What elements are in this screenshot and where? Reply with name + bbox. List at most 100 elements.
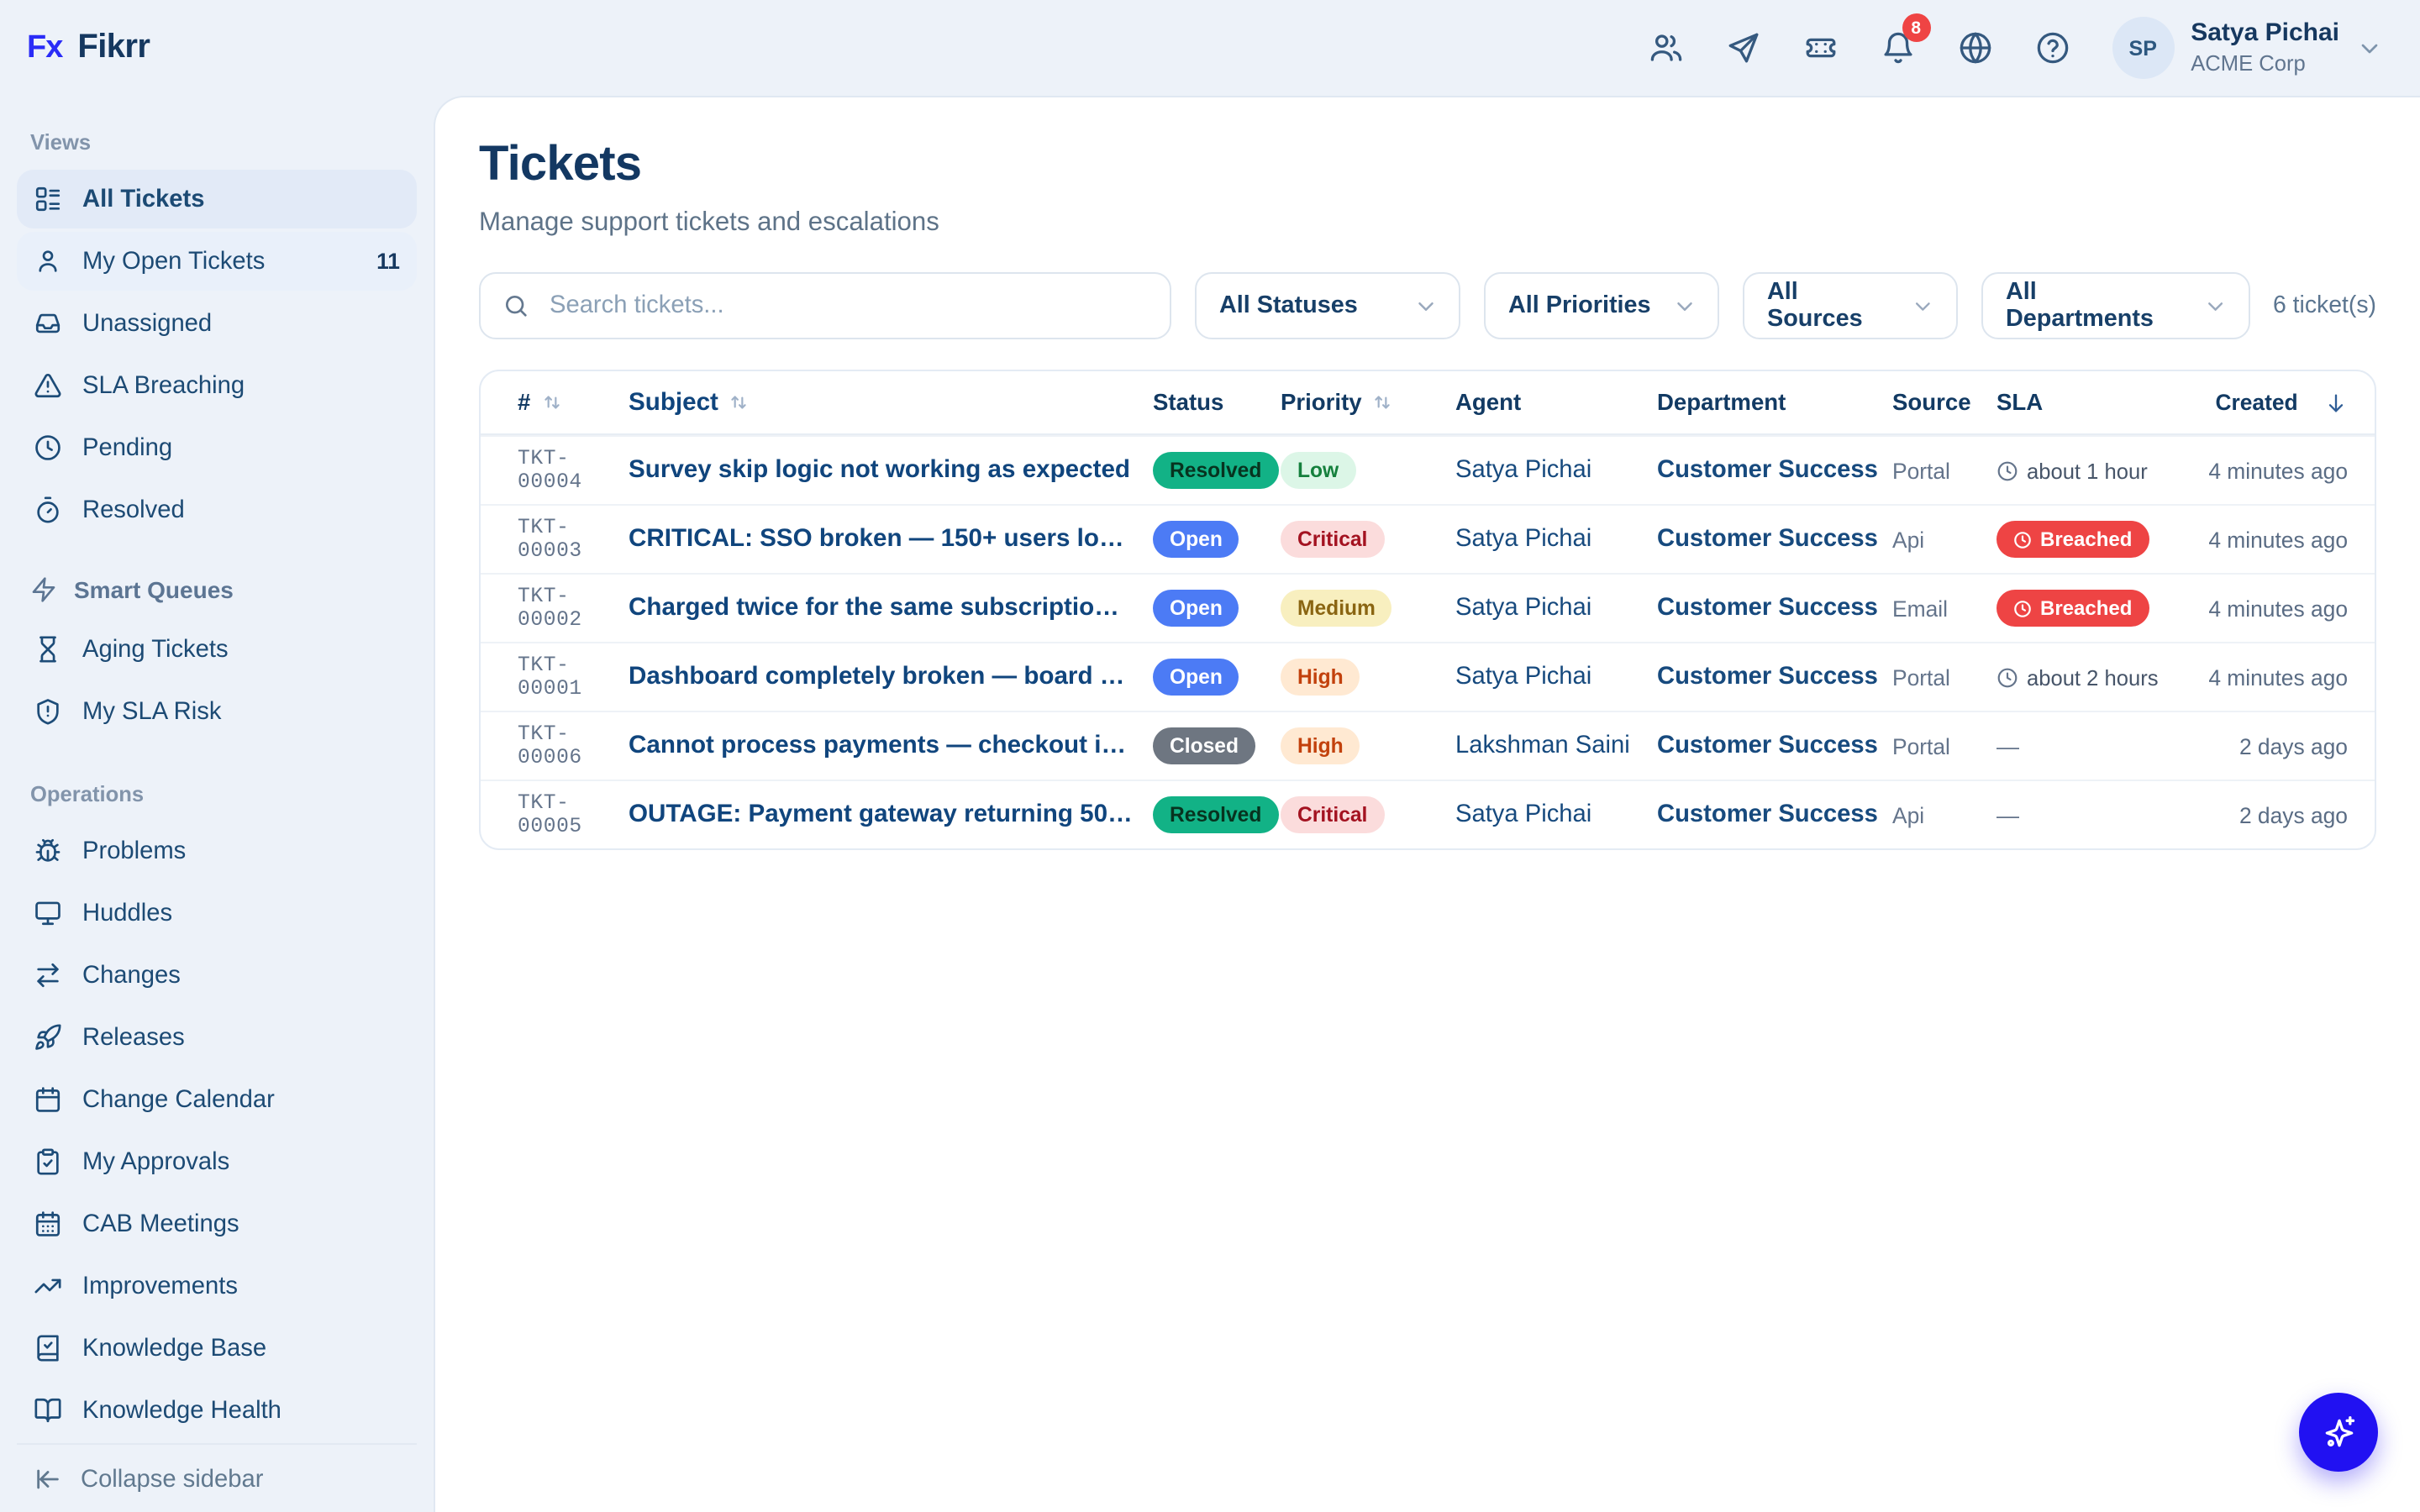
ticket-department: Customer Success <box>1657 526 1892 553</box>
sidebar-item-huddles[interactable]: Huddles <box>17 884 417 942</box>
ticket-created: 2 days ago <box>2202 802 2375 827</box>
column-header-priority[interactable]: Priority <box>1281 390 1455 415</box>
topbar-actions: 8 SP Satya Pichai ACME Corp <box>1648 17 2383 79</box>
sidebar-item-unassigned[interactable]: Unassigned <box>17 294 417 353</box>
topbar: Fx Fikrr 8 SP Satya Pichai ACME Corp <box>0 0 2420 96</box>
ticket-subject[interactable]: Charged twice for the same subscription … <box>629 574 1153 643</box>
priority-filter-select[interactable]: All Priorities <box>1483 272 1718 339</box>
brand[interactable]: Fx Fikrr <box>27 29 150 67</box>
send-icon[interactable] <box>1725 30 1760 66</box>
ticket-subject[interactable]: OUTAGE: Payment gateway returning 503 ..… <box>629 780 1153 849</box>
calendar-icon <box>34 1085 62 1114</box>
status-badge: Open <box>1153 659 1239 696</box>
user-info: Satya Pichai ACME Corp <box>2191 18 2339 76</box>
sidebar-item-knowledge-health[interactable]: Knowledge Health <box>17 1381 417 1440</box>
ticket-subject[interactable]: Survey skip logic not working as expecte… <box>629 436 1153 505</box>
app-root: Fx Fikrr 8 SP Satya Pichai ACME Corp <box>0 0 2420 1512</box>
sla-breached-badge: Breached <box>1996 590 2149 627</box>
sidebar-item-all-tickets[interactable]: All Tickets <box>17 170 417 228</box>
user-menu[interactable]: SP Satya Pichai ACME Corp <box>2112 17 2383 79</box>
trending-up-icon <box>34 1272 62 1300</box>
table-row[interactable]: TKT-00006 Cannot process payments — chec… <box>481 711 2375 780</box>
notifications-bell-icon[interactable]: 8 <box>1880 30 1915 66</box>
timer-icon <box>34 496 62 524</box>
column-header-sla: SLA <box>1996 390 2202 415</box>
sidebar-item-changes[interactable]: Changes <box>17 946 417 1005</box>
table-row[interactable]: TKT-00001 Dashboard completely broken — … <box>481 642 2375 711</box>
chevron-down-icon <box>2203 293 2228 318</box>
sidebar-item-my-sla-risk[interactable]: My SLA Risk <box>17 682 417 741</box>
table-row[interactable]: TKT-00004 Survey skip logic not working … <box>481 435 2375 504</box>
sla-breached-badge: Breached <box>1996 521 2149 558</box>
my-open-tickets-count: 11 <box>376 249 400 274</box>
sidebar-item-pending[interactable]: Pending <box>17 418 417 477</box>
ai-assistant-fab[interactable] <box>2299 1393 2378 1472</box>
ticket-subject[interactable]: Cannot process payments — checkout is b.… <box>629 711 1153 780</box>
ticket-created: 4 minutes ago <box>2202 458 2375 483</box>
user-name: Satya Pichai <box>2191 18 2339 50</box>
sidebar-item-my-open-tickets[interactable]: My Open Tickets 11 <box>17 232 417 291</box>
sidebar: Views All Tickets My Open Tickets 11 Una… <box>0 96 434 1512</box>
clock-icon <box>2013 599 2032 617</box>
page-title: Tickets <box>479 138 2376 193</box>
column-header-status: Status <box>1153 390 1281 415</box>
sidebar-item-my-approvals[interactable]: My Approvals <box>17 1132 417 1191</box>
sidebar-section-views: Views <box>30 129 403 155</box>
sidebar-item-resolved[interactable]: Resolved <box>17 480 417 539</box>
ticket-subject[interactable]: Dashboard completely broken — board me..… <box>629 643 1153 711</box>
globe-icon[interactable] <box>1957 30 1992 66</box>
ticket-source: Api <box>1892 527 1996 552</box>
zap-icon <box>30 576 57 603</box>
column-header-id[interactable]: # <box>481 390 629 415</box>
ticket-created: 4 minutes ago <box>2202 664 2375 690</box>
clock-icon <box>1996 459 2018 481</box>
ticket-id: TKT-00005 <box>481 791 629 838</box>
sidebar-item-change-calendar[interactable]: Change Calendar <box>17 1070 417 1129</box>
sidebar-item-aging-tickets[interactable]: Aging Tickets <box>17 620 417 679</box>
column-header-subject[interactable]: Subject <box>629 389 1153 416</box>
sidebar-item-cab-meetings[interactable]: CAB Meetings <box>17 1194 417 1253</box>
notification-badge: 8 <box>1902 13 1930 42</box>
rocket-icon <box>34 1023 62 1052</box>
column-header-source: Source <box>1892 390 1996 415</box>
ticket-agent: Satya Pichai <box>1455 526 1657 553</box>
sidebar-section-smart-queues: Smart Queues <box>30 576 403 603</box>
source-filter-select[interactable]: All Sources <box>1742 272 1957 339</box>
table-row[interactable]: TKT-00005 OUTAGE: Payment gateway return… <box>481 780 2375 848</box>
sidebar-item-sla-breaching[interactable]: SLA Breaching <box>17 356 417 415</box>
department-filter-select[interactable]: All Departments <box>1981 272 2249 339</box>
table-row[interactable]: TKT-00002 Charged twice for the same sub… <box>481 573 2375 642</box>
status-filter-select[interactable]: All Statuses <box>1194 272 1460 339</box>
ticket-source: Portal <box>1892 664 1996 690</box>
priority-badge: High <box>1281 727 1360 764</box>
ticket-subject[interactable]: CRITICAL: SSO broken — 150+ users locke.… <box>629 505 1153 574</box>
sla-due: about 2 hours <box>1996 664 2159 690</box>
collapse-sidebar-button[interactable]: Collapse sidebar <box>17 1443 417 1512</box>
help-icon[interactable] <box>2034 30 2070 66</box>
table-header-row: # Subject Status Priority Agent Departme… <box>481 371 2375 435</box>
search-input[interactable] <box>546 291 1147 321</box>
ticket-id: TKT-00001 <box>481 654 629 701</box>
sort-icon <box>1372 391 1394 413</box>
ticket-agent: Satya Pichai <box>1455 664 1657 690</box>
ticket-department: Customer Success <box>1657 664 1892 690</box>
ticket-icon[interactable] <box>1802 30 1838 66</box>
sidebar-item-improvements[interactable]: Improvements <box>17 1257 417 1315</box>
sidebar-item-problems[interactable]: Problems <box>17 822 417 880</box>
column-header-created[interactable]: Created <box>2202 390 2375 415</box>
ticket-department: Customer Success <box>1657 457 1892 484</box>
ticket-source: Email <box>1892 596 1996 621</box>
brand-logo: Fx <box>27 29 62 66</box>
table-row[interactable]: TKT-00003 CRITICAL: SSO broken — 150+ us… <box>481 504 2375 573</box>
clock-icon <box>1996 666 2018 688</box>
priority-badge: High <box>1281 659 1360 696</box>
sort-icon <box>540 391 562 413</box>
ticket-source: Portal <box>1892 733 1996 759</box>
user-icon <box>34 247 62 276</box>
sla-due: about 1 hour <box>1996 458 2148 483</box>
sidebar-item-releases[interactable]: Releases <box>17 1008 417 1067</box>
sidebar-item-knowledge-base[interactable]: Knowledge Base <box>17 1319 417 1378</box>
users-icon[interactable] <box>1648 30 1683 66</box>
status-badge: Resolved <box>1153 452 1278 489</box>
ticket-created: 2 days ago <box>2202 733 2375 759</box>
